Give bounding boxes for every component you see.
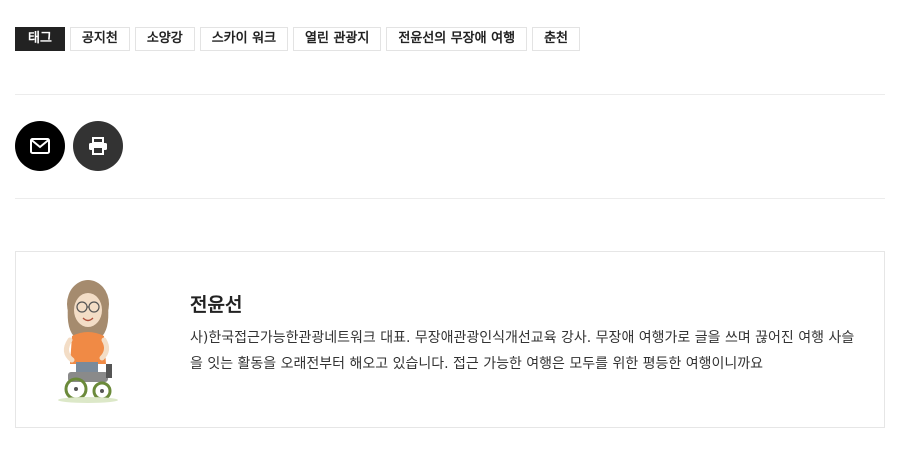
author-box: 전윤선 사)한국접근가능한관광네트워크 대표. 무장애관광인식개선교육 강사. … xyxy=(15,251,885,428)
author-avatar xyxy=(58,280,118,403)
author-name: 전윤선 xyxy=(190,294,243,316)
author-bio: 사)한국접근가능한관광네트워크 대표. 무장애관광인식개선교육 강사. 무장애 … xyxy=(190,330,855,372)
tags-label: 태그 xyxy=(15,27,65,51)
divider xyxy=(15,198,885,199)
tag-list: 태그 공지천 소양강 스카이 워크 열린 관광지 전윤선의 무장애 여행 춘천 xyxy=(15,27,580,51)
envelope-icon xyxy=(30,138,50,154)
tag-link[interactable]: 춘천 xyxy=(532,27,580,51)
printer-icon xyxy=(89,137,107,155)
share-buttons xyxy=(15,121,123,171)
divider xyxy=(15,94,885,95)
tag-link[interactable]: 공지천 xyxy=(69,27,130,51)
email-share-button[interactable] xyxy=(15,121,65,171)
tag-link[interactable]: 열린 관광지 xyxy=(293,27,382,51)
print-button[interactable] xyxy=(73,121,123,171)
tag-link[interactable]: 소양강 xyxy=(134,27,195,51)
tag-link[interactable]: 스카이 워크 xyxy=(199,27,289,51)
article-footer: 태그 공지천 소양강 스카이 워크 열린 관광지 전윤선의 무장애 여행 춘천 xyxy=(0,0,910,463)
tag-link[interactable]: 전윤선의 무장애 여행 xyxy=(386,27,528,51)
